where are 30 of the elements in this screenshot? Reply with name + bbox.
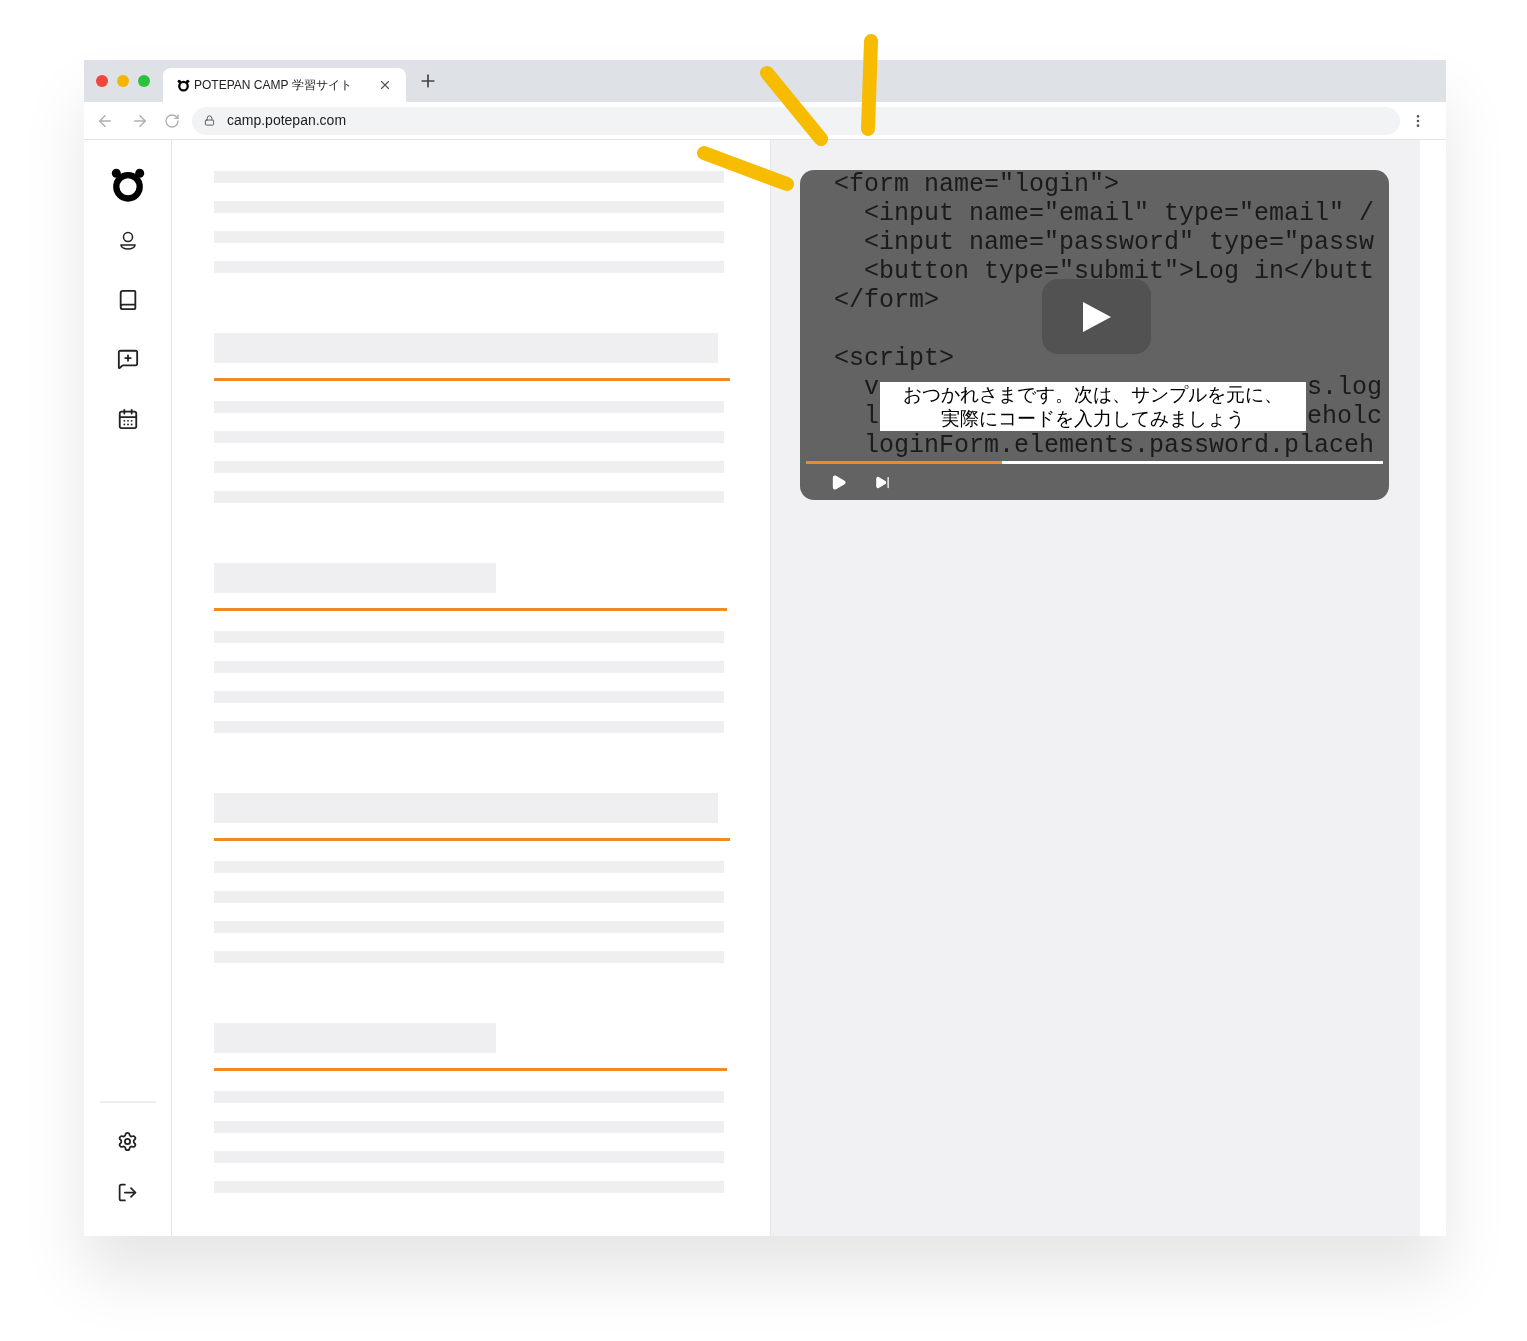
bear-logo-icon	[109, 167, 146, 203]
code-line: loginForm.elements.password.placeh	[863, 431, 1375, 460]
play-icon[interactable]	[830, 473, 847, 491]
calendar-icon[interactable]	[116, 408, 139, 430]
browser-tab[interactable]: POTEPAN CAMP 学習サイト	[163, 68, 406, 102]
code-line: eholc	[1307, 402, 1382, 431]
code-line: <input name="email" type="email" /	[863, 199, 1375, 228]
code-line: <input name="password" type="passw	[863, 228, 1375, 257]
code-line: <button type="submit">Log in</butt	[863, 257, 1375, 286]
progress-track[interactable]	[806, 461, 1383, 464]
code-line: <script>	[834, 344, 955, 373]
caption-line: 実際にコードを入力してみましょう	[941, 406, 1245, 431]
code-line: v	[863, 373, 879, 402]
chat-plus-icon[interactable]	[116, 348, 139, 370]
logout-icon[interactable]	[117, 1182, 138, 1203]
next-icon[interactable]	[875, 474, 890, 490]
play-icon	[1081, 300, 1112, 333]
address-bar[interactable]: camp.potepan.com	[192, 106, 1400, 135]
code-line: </form>	[834, 286, 940, 315]
url-text: camp.potepan.com	[227, 111, 347, 130]
caption-line: おつかれさまです。次は、サンプルを元に、	[903, 382, 1283, 407]
code-line: <form name="login">	[834, 170, 1120, 199]
code-line: s.log	[1307, 373, 1382, 402]
lock-icon	[204, 115, 215, 126]
tab-title: POTEPAN CAMP 学習サイト	[194, 77, 352, 94]
settings-icon[interactable]	[117, 1131, 138, 1152]
code-line: l	[863, 402, 879, 431]
bear-logo-icon	[177, 78, 190, 92]
close-icon[interactable]	[378, 78, 392, 92]
user-icon[interactable]	[117, 231, 138, 253]
